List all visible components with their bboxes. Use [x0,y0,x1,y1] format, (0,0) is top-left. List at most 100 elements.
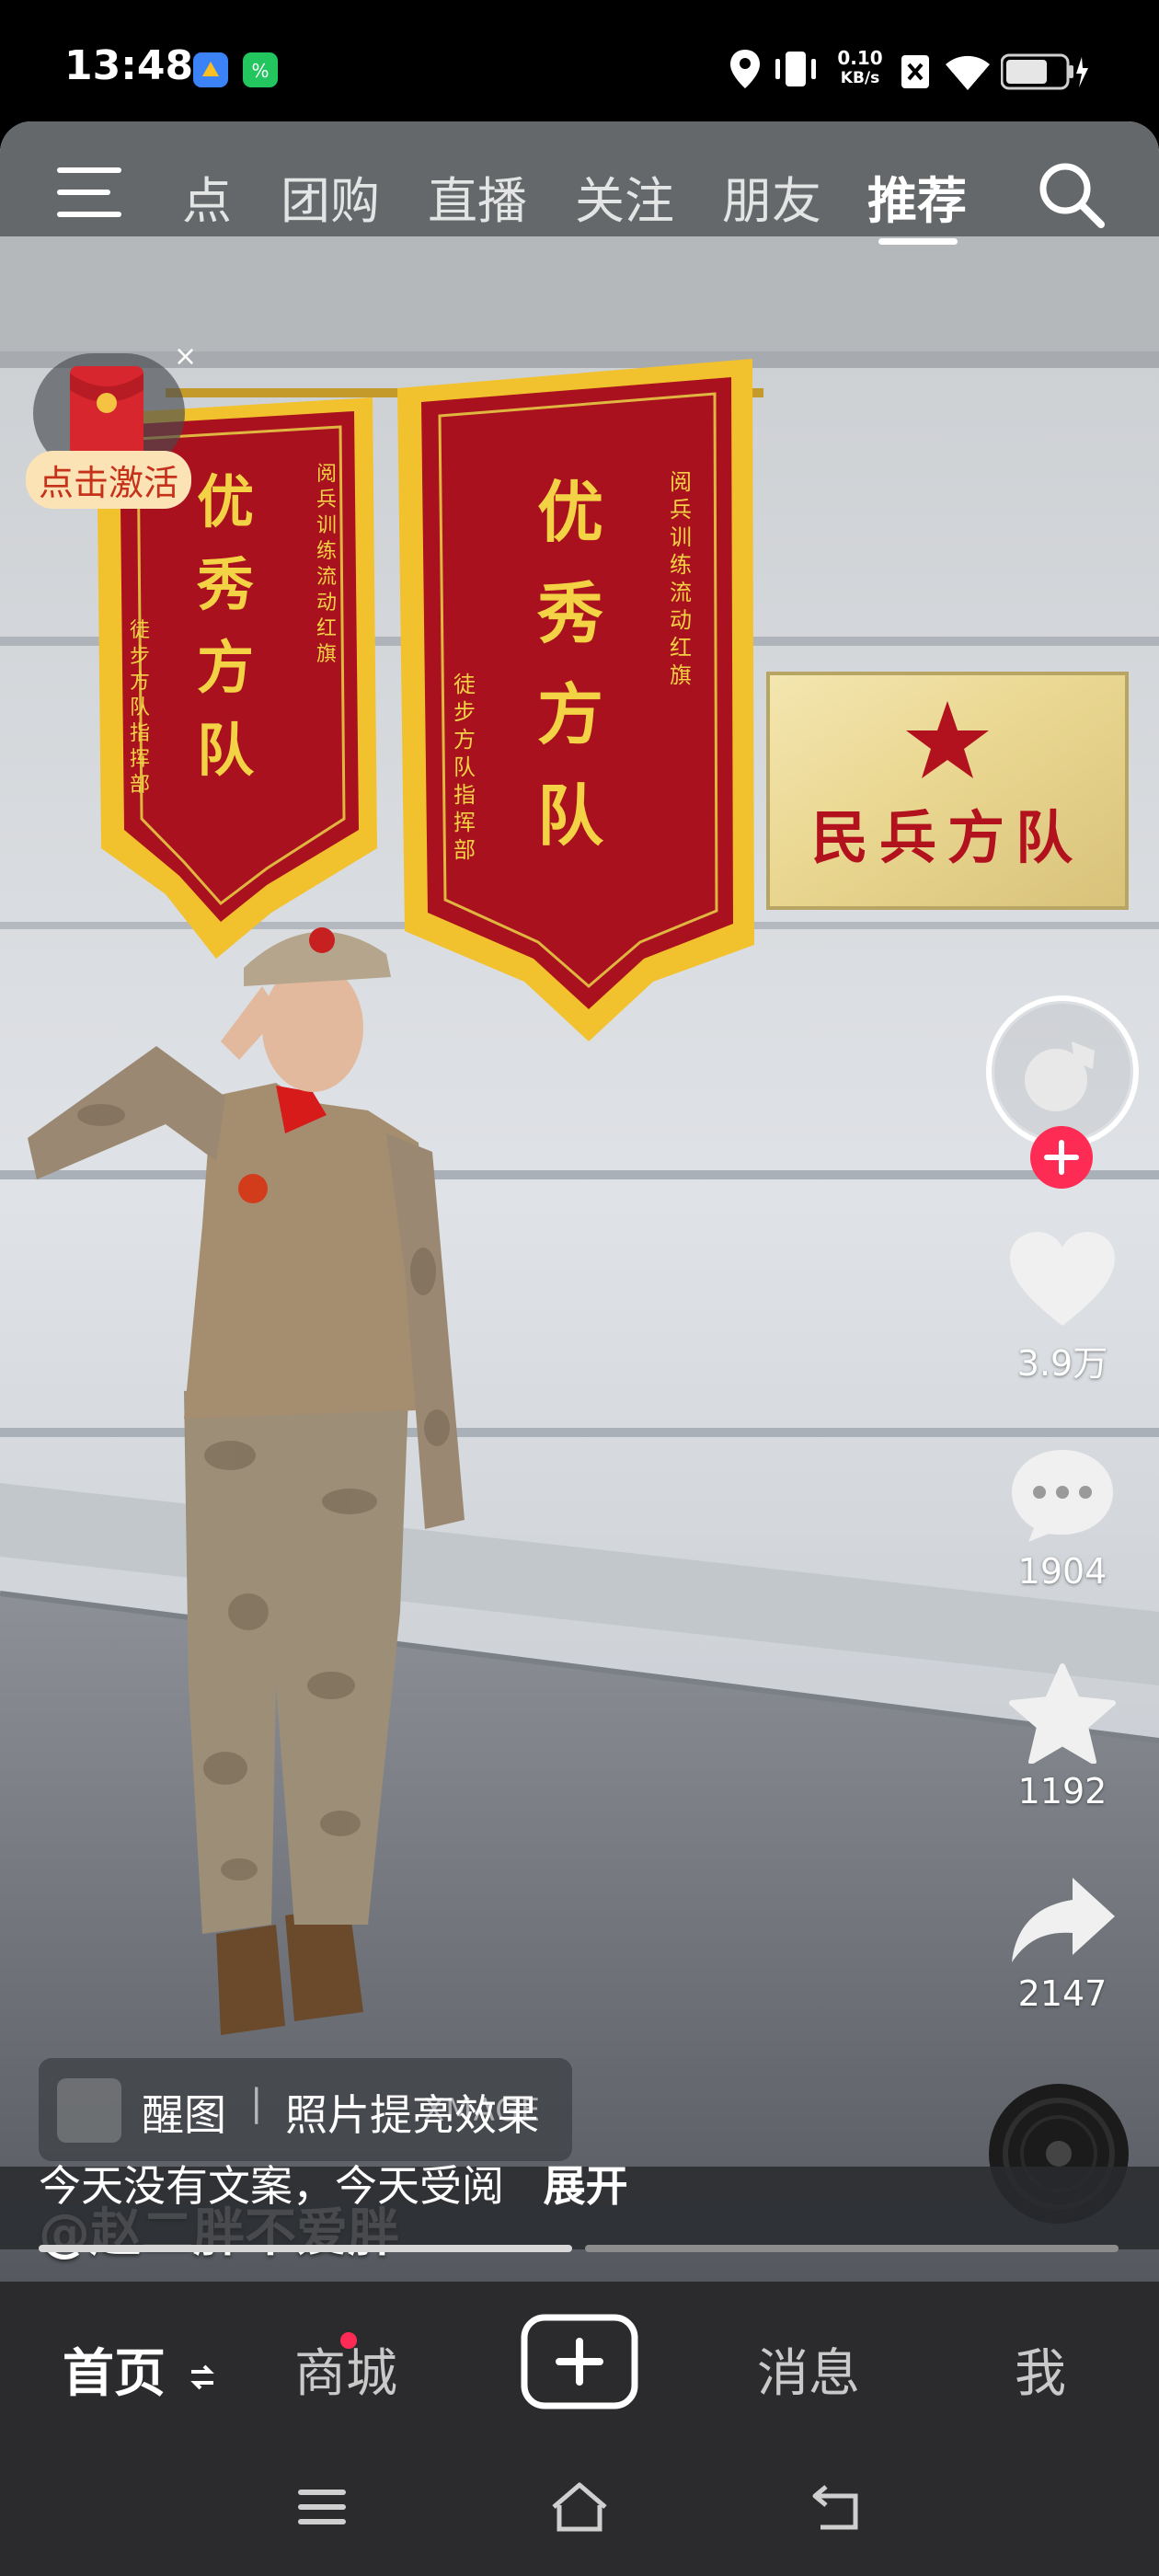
tab-friends[interactable]: 朋友 [722,160,821,233]
recent-apps-icon[interactable] [294,2484,350,2530]
no-sim-icon [901,55,929,88]
svg-text:旗: 旗 [316,643,337,666]
svg-text:挥: 挥 [453,810,476,835]
svg-text:流: 流 [670,580,692,605]
comment-count: 1904 [1017,1551,1107,1592]
plaque-text: 民兵方队 [811,804,1084,871]
tab-group-buy[interactable]: 团购 [281,160,380,233]
svg-text:队: 队 [197,717,255,784]
svg-text:阅: 阅 [670,469,692,495]
share-button[interactable]: 2147 [998,1874,1127,2014]
red-packet-label[interactable]: 点击激活 [26,451,192,509]
comment-icon [1012,1450,1113,1542]
menu-icon[interactable] [55,166,125,219]
vibrate-icon [775,52,816,86]
app-notification-icon: % [243,52,278,87]
net-speed-value: 0.10 [837,47,883,69]
share-icon [1012,1878,1115,1962]
svg-text:优: 优 [197,468,254,535]
svg-text:队: 队 [453,754,476,780]
svg-text:挥: 挥 [130,748,150,771]
share-count: 2147 [1017,1973,1107,2014]
svg-text:方: 方 [537,675,603,753]
nav-me[interactable]: 我 [1015,2332,1066,2407]
svg-text:动: 动 [316,592,337,615]
svg-text:部: 部 [453,837,476,863]
expand-link[interactable]: 展开 [544,2161,628,2211]
notification-dot [340,2332,357,2349]
nav-mall-label: 商城 [294,2344,397,2404]
plus-icon [1044,1140,1079,1175]
tab-live[interactable]: 直播 [428,160,527,233]
svg-text:练: 练 [316,540,337,563]
svg-text:流: 流 [316,566,337,589]
create-button[interactable] [521,2314,638,2409]
svg-text:方: 方 [197,634,254,701]
nav-home[interactable]: 首页 [63,2332,217,2407]
wifi-icon [946,55,990,90]
effect-thumbnail [57,2078,121,2143]
svg-text:训: 训 [316,514,337,537]
video-description: 今天没有文案，今天受阅 展开 [39,2153,628,2214]
svg-text:兵: 兵 [670,497,692,523]
svg-text:指: 指 [453,782,476,808]
status-bar: 13:48 % 0.10 KB/s [0,0,1159,129]
red-packet-widget[interactable]: × 点击激活 [26,340,197,509]
video-feed[interactable]: 民兵方队 优 秀 方 队 阅兵训练流动红旗 徒步方队指挥部 优 秀 方 队 阅兵… [0,121,1159,2283]
tab-recommend[interactable]: 推荐 [867,160,967,233]
svg-text:部: 部 [130,774,150,797]
svg-text:秀: 秀 [196,551,254,618]
like-count: 3.9万 [1016,1343,1108,1384]
tab-following[interactable]: 关注 [575,160,674,233]
progress-segment-watched[interactable] [39,2245,572,2252]
svg-text:方: 方 [130,671,150,694]
net-speed: 0.10 KB/s [832,48,888,88]
top-nav: 点 团购 直播 关注 朋友 推荐 [0,121,1159,236]
svg-text:徒: 徒 [130,619,150,642]
net-speed-unit: KB/s [840,69,880,87]
svg-text:徒: 徒 [453,672,476,697]
svg-text:旗: 旗 [670,662,692,688]
svg-text:指: 指 [130,722,150,745]
nav-mall[interactable]: 商城 [294,2332,397,2407]
favorite-count: 1192 [1017,1771,1107,1811]
red-envelope-icon [70,366,143,456]
tab-hot[interactable]: 点 [182,160,232,233]
nav-messages[interactable]: 消息 [757,2332,860,2407]
swap-arrows-icon [189,2364,214,2390]
svg-text:步: 步 [130,645,150,668]
watermark-text: XMAGE [423,2092,542,2129]
favorite-button[interactable]: 1192 [998,1662,1127,1811]
home-icon[interactable] [548,2479,611,2535]
red-packet-close[interactable]: × [174,340,197,373]
effect-separator: | [250,2082,263,2124]
author-avatar[interactable] [986,995,1139,1189]
search-icon[interactable] [1035,158,1108,232]
active-tab-indicator [878,238,958,245]
svg-text:红: 红 [670,635,692,661]
back-icon[interactable] [808,2479,866,2535]
star-icon [1009,1663,1116,1765]
like-button[interactable]: 3.9万 [998,1230,1127,1386]
svg-text:红: 红 [316,617,337,640]
heart-icon [1010,1232,1115,1326]
battery-icon [1001,53,1088,90]
follow-button[interactable] [1030,1126,1093,1189]
app-notification-icon [193,52,228,87]
nav-home-label: 首页 [63,2344,166,2404]
svg-text:步: 步 [453,699,476,725]
svg-text:秀: 秀 [536,574,603,652]
svg-text:练: 练 [670,552,692,578]
svg-text:优: 优 [537,473,603,551]
svg-text:%: % [251,60,269,82]
svg-text:兵: 兵 [316,489,337,512]
effect-name: 醒图 [142,2090,226,2140]
status-time: 13:48 [64,42,194,89]
comment-button[interactable]: 1904 [998,1446,1127,1592]
svg-text:队: 队 [130,696,150,719]
svg-text:方: 方 [453,727,476,753]
progress-segment-remaining[interactable] [585,2245,1119,2252]
svg-text:训: 训 [670,524,692,550]
location-icon [730,50,760,88]
svg-text:队: 队 [537,776,604,855]
